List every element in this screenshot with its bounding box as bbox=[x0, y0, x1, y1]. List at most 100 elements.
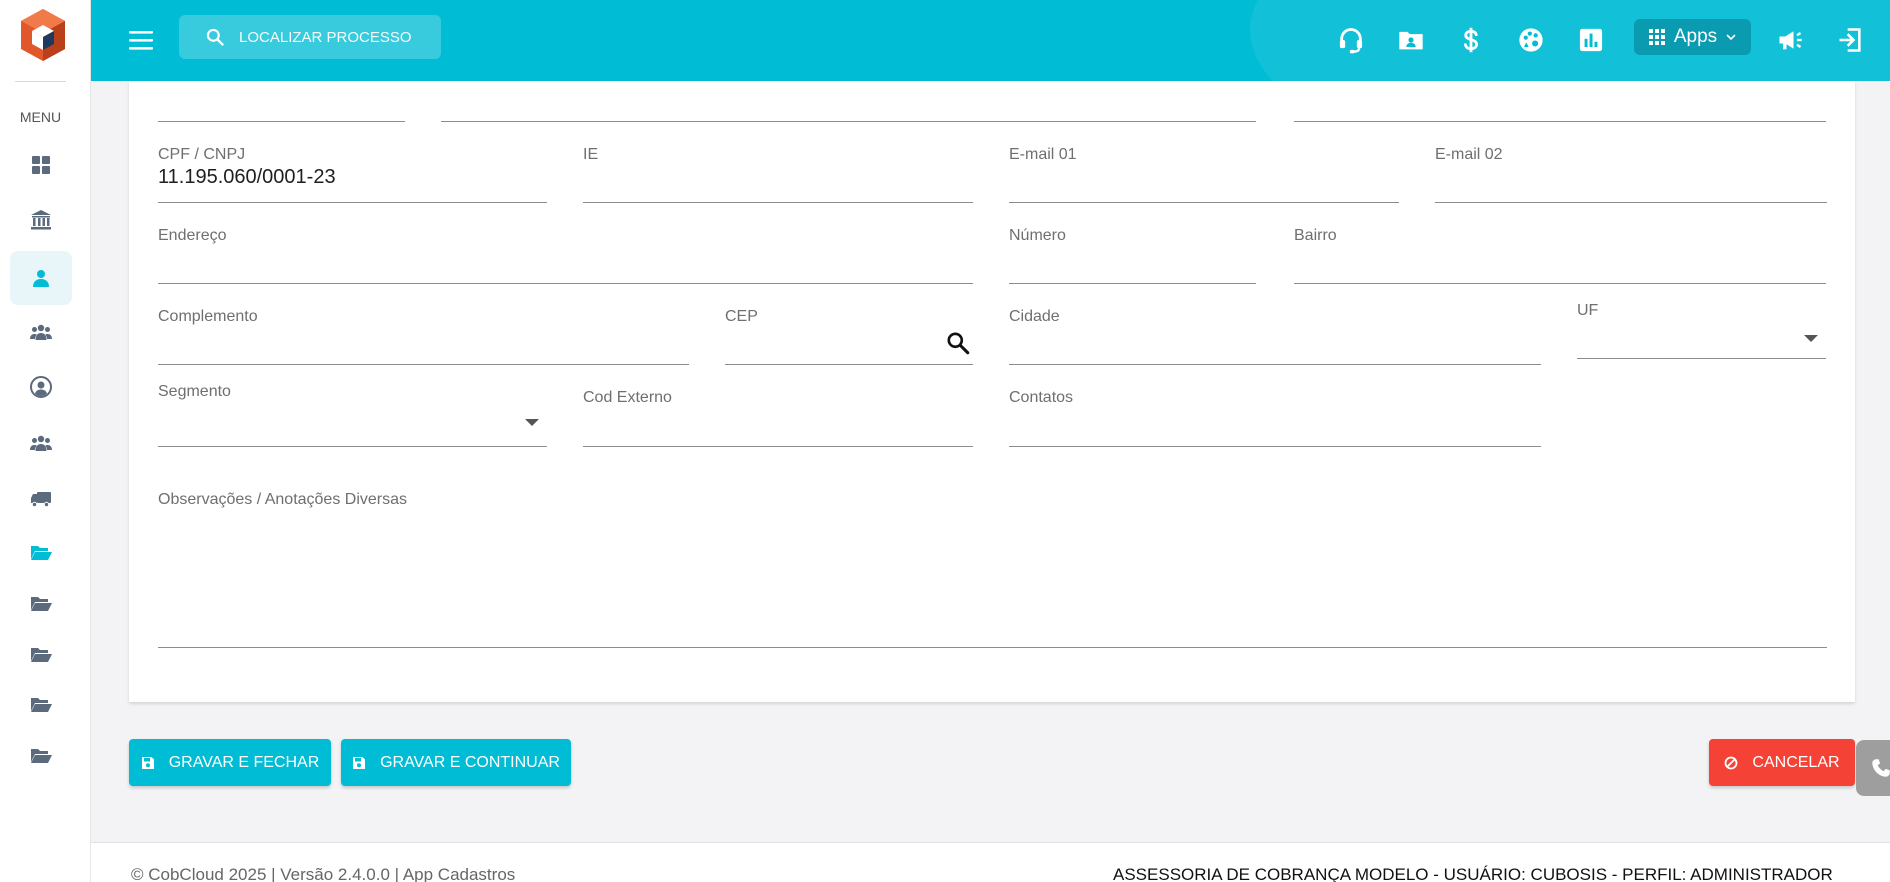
support-button[interactable] bbox=[1331, 20, 1371, 60]
headset-icon bbox=[1339, 28, 1363, 54]
sidebar-item-bank[interactable] bbox=[10, 193, 72, 247]
sidebar: MENU bbox=[0, 0, 91, 882]
cep-field[interactable]: CEP bbox=[725, 308, 973, 365]
endereco-field[interactable]: Endereço bbox=[158, 227, 973, 284]
cod-externo-field[interactable]: Cod Externo bbox=[583, 389, 973, 447]
sidebar-item-folder-4[interactable] bbox=[10, 678, 72, 732]
users-group-icon bbox=[30, 324, 52, 340]
chevron-down-icon bbox=[1726, 34, 1736, 41]
contatos-label: Contatos bbox=[1009, 389, 1074, 406]
sidebar-divider bbox=[15, 81, 66, 82]
apps-grid-icon bbox=[1648, 29, 1665, 45]
bairro-field[interactable]: Bairro bbox=[1294, 227, 1826, 284]
folder-open-icon bbox=[31, 648, 52, 662]
logout-button[interactable] bbox=[1830, 20, 1870, 60]
segmento-label: Segmento bbox=[158, 383, 231, 400]
segmento-caret-icon bbox=[525, 419, 539, 426]
cpf-cnpj-field[interactable]: CPF / CNPJ 11.195.060/0001-23 bbox=[158, 146, 547, 203]
apps-dropdown-button[interactable]: Apps bbox=[1634, 19, 1751, 55]
uf-select[interactable]: UF bbox=[1577, 302, 1826, 359]
email2-field[interactable]: E-mail 02 bbox=[1435, 146, 1827, 203]
sidebar-item-folder-5[interactable] bbox=[10, 729, 72, 783]
cpf-cnpj-label: CPF / CNPJ bbox=[158, 146, 246, 163]
sidebar-item-delivery[interactable] bbox=[10, 472, 72, 526]
segmento-select[interactable]: Segmento bbox=[158, 383, 547, 447]
folder-user-icon bbox=[1399, 31, 1423, 50]
folder-user-button[interactable] bbox=[1391, 20, 1431, 60]
user-icon bbox=[33, 270, 49, 287]
footer-user-info: ASSESSORIA DE COBRANÇA MODELO - USUÁRIO:… bbox=[1113, 865, 1833, 882]
users-group-icon bbox=[30, 435, 52, 451]
cod-externo-label: Cod Externo bbox=[583, 389, 672, 406]
sidebar-item-teams[interactable] bbox=[10, 416, 72, 470]
finance-button[interactable] bbox=[1451, 20, 1491, 60]
apps-label: Apps bbox=[1673, 26, 1718, 47]
top-header: Apps bbox=[91, 0, 1890, 81]
announcements-button[interactable] bbox=[1770, 20, 1810, 60]
uf-caret-icon bbox=[1804, 335, 1818, 342]
cancel-icon bbox=[1725, 756, 1738, 769]
email2-label: E-mail 02 bbox=[1435, 146, 1503, 163]
field-top-1[interactable] bbox=[158, 81, 405, 122]
dashboard-icon bbox=[32, 156, 50, 174]
ie-label: IE bbox=[583, 146, 599, 163]
sidebar-item-user[interactable] bbox=[10, 251, 72, 305]
cpf-cnpj-value: 11.195.060/0001-23 bbox=[158, 166, 336, 188]
ie-field[interactable]: IE bbox=[583, 146, 973, 203]
search-icon bbox=[206, 28, 224, 46]
cidade-label: Cidade bbox=[1009, 308, 1060, 325]
contatos-field[interactable]: Contatos bbox=[1009, 389, 1541, 447]
client-form-card: CPF / CNPJ 11.195.060/0001-23 IE E-mail … bbox=[129, 81, 1855, 702]
sidebar-item-folder-1[interactable] bbox=[10, 526, 72, 580]
uf-label: UF bbox=[1577, 302, 1599, 319]
sidebar-item-folder-2[interactable] bbox=[10, 577, 72, 631]
save-icon bbox=[141, 756, 154, 769]
chart-icon bbox=[1579, 28, 1603, 52]
save-and-continue-label: GRAVAR E CONTINUAR bbox=[380, 753, 560, 771]
footer-version: © CobCloud 2025 | Versão 2.4.0.0 | App C… bbox=[131, 865, 516, 882]
cep-search-icon[interactable] bbox=[945, 330, 971, 356]
reports-button[interactable] bbox=[1571, 20, 1611, 60]
folder-open-icon bbox=[31, 698, 52, 712]
email1-label: E-mail 01 bbox=[1009, 146, 1077, 163]
folder-open-icon bbox=[31, 749, 52, 763]
cancel-label: CANCELAR bbox=[1752, 753, 1840, 771]
sidebar-item-profile[interactable] bbox=[10, 360, 72, 414]
phone-icon bbox=[1872, 759, 1890, 777]
menu-label: MENU bbox=[19, 109, 62, 125]
save-and-close-button[interactable]: GRAVAR E FECHAR bbox=[129, 739, 331, 786]
cobcloud-logo-icon[interactable] bbox=[18, 7, 68, 63]
folder-open-icon bbox=[31, 546, 52, 560]
sidebar-item-groups[interactable] bbox=[10, 305, 72, 359]
cancel-button[interactable]: CANCELAR bbox=[1709, 739, 1855, 786]
sidebar-item-dashboard[interactable] bbox=[10, 138, 72, 192]
cidade-field[interactable]: Cidade bbox=[1009, 308, 1541, 365]
bank-icon bbox=[31, 210, 51, 230]
save-icon bbox=[353, 756, 366, 769]
cep-label: CEP bbox=[725, 308, 758, 325]
complemento-field[interactable]: Complemento bbox=[158, 308, 689, 365]
theme-button[interactable] bbox=[1511, 20, 1551, 60]
phone-widget-tab[interactable] bbox=[1856, 740, 1890, 796]
page-footer: © CobCloud 2025 | Versão 2.4.0.0 | App C… bbox=[91, 842, 1890, 882]
field-top-2[interactable] bbox=[441, 81, 1256, 122]
sidebar-item-folder-3[interactable] bbox=[10, 628, 72, 682]
logout-icon bbox=[1839, 28, 1861, 52]
truck-icon bbox=[31, 492, 51, 508]
save-and-close-label: GRAVAR E FECHAR bbox=[168, 753, 320, 771]
endereco-label: Endereço bbox=[158, 227, 227, 244]
process-search[interactable] bbox=[179, 15, 441, 59]
save-and-continue-button[interactable]: GRAVAR E CONTINUAR bbox=[341, 739, 571, 786]
numero-label: Número bbox=[1009, 227, 1066, 244]
observacoes-label: Observações / Anotações Diversas bbox=[158, 491, 408, 508]
megaphone-icon bbox=[1779, 31, 1802, 50]
field-top-3[interactable] bbox=[1294, 81, 1826, 122]
bairro-label: Bairro bbox=[1294, 227, 1337, 244]
hamburger-menu-icon[interactable] bbox=[125, 24, 157, 56]
observacoes-textarea[interactable]: Observações / Anotações Diversas bbox=[158, 491, 1827, 648]
numero-field[interactable]: Número bbox=[1009, 227, 1256, 284]
process-search-input[interactable] bbox=[239, 28, 429, 46]
email1-field[interactable]: E-mail 01 bbox=[1009, 146, 1399, 203]
complemento-label: Complemento bbox=[158, 308, 258, 325]
user-circle-icon bbox=[30, 376, 52, 398]
